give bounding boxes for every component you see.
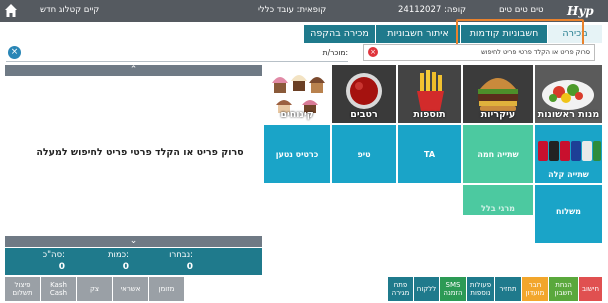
catalog-status: קיים קטלוג חדש — [40, 5, 100, 15]
item-label: TA — [423, 149, 436, 159]
item-label: מרגי בלל — [481, 204, 515, 213]
cashier-label: קופאית: עובד כללי — [258, 5, 327, 15]
item-ta[interactable]: TA — [398, 125, 461, 183]
category-mains[interactable]: עיקריות — [463, 65, 533, 123]
cart-empty-message: סרוק פריט או הקלד פרטי פריט לחיפוש למעלה — [36, 147, 244, 158]
seller-label: מוכר/ת: — [322, 48, 348, 57]
item-tip[interactable]: טיפ — [332, 125, 396, 183]
total-quantity: כמות: 0 — [107, 250, 129, 272]
chevron-down-icon: ⌄ — [129, 236, 138, 246]
category-label: מנות ראשונות — [537, 109, 600, 120]
refund-button[interactable]: תחזיר — [495, 277, 521, 301]
category-label: קינוחים — [280, 109, 314, 120]
close-icon[interactable]: × — [8, 46, 21, 59]
open-drawer-button[interactable]: פתח מגירה — [388, 277, 413, 301]
tab-highlight-frame — [456, 19, 584, 46]
scroll-down-button[interactable]: ⌄ — [5, 236, 262, 247]
calc-button[interactable]: חישוב — [579, 277, 602, 301]
chevron-up-icon: ⌃ — [129, 65, 138, 75]
total-selected: נבחרו: 0 — [169, 250, 193, 272]
cart-totals: סה"כ: 0 כמות: 0 נבחרו: 0 — [5, 248, 262, 275]
category-sauces[interactable]: רטבים — [332, 65, 396, 123]
club-member-button[interactable]: חבר מועדון — [522, 277, 548, 301]
item-label: שתייה חמה — [477, 149, 519, 159]
item-load-card[interactable]: כרטיס נטען — [264, 125, 330, 183]
item-label: כרטיס נטען — [275, 149, 319, 159]
credit-button[interactable]: אשראי — [113, 277, 148, 301]
item-delivery[interactable]: משלוח — [535, 185, 602, 243]
terminal-name: טים טים טים — [499, 5, 544, 15]
item-label: שתייה קלה — [548, 170, 589, 179]
kash-cash-button[interactable]: Kash Cash — [41, 277, 76, 301]
seller-field[interactable]: מוכר/ת: — [6, 45, 348, 62]
category-desserts[interactable]: קינוחים — [264, 65, 330, 123]
hyp-logo: Hyp — [567, 4, 594, 18]
tab-find-invoices[interactable]: איתור חשבוניות — [376, 25, 460, 43]
category-starters[interactable]: מנות ראשונות — [535, 65, 602, 123]
to-customer-button[interactable]: ללקוח — [414, 277, 439, 301]
total-sum: סה"כ: 0 — [42, 250, 65, 272]
search-input[interactable]: סרוק פריט או הקלד פרטי פריט לחיפוש — [363, 44, 595, 61]
split-payment-button[interactable]: פיצול תשלום — [5, 277, 40, 301]
category-label: תוספות — [413, 109, 446, 120]
cash-button[interactable]: מזומן — [149, 277, 184, 301]
item-label: טיפ — [357, 149, 371, 159]
error-icon: × — [368, 47, 378, 57]
scroll-up-button[interactable]: ⌃ — [5, 65, 262, 76]
category-sides[interactable]: תוספות — [398, 65, 461, 123]
item-more[interactable]: מרגי בלל — [463, 185, 533, 215]
sms-order-button[interactable]: SMS הזמנה — [440, 277, 466, 301]
tab-credit-sale[interactable]: מכירה בהקפה — [304, 25, 375, 43]
home-icon[interactable] — [4, 3, 18, 18]
drink-cans-icon — [535, 125, 602, 165]
category-label: עיקריות — [480, 109, 516, 120]
item-label: משלוח — [556, 207, 581, 216]
item-soft-drinks[interactable]: שתייה קלה — [535, 125, 602, 183]
account-discount-button[interactable]: הנחת חשבון — [549, 277, 578, 301]
more-actions-button[interactable]: פעולות נוספות — [467, 277, 494, 301]
category-label: רטבים — [350, 109, 378, 120]
item-hot-drinks[interactable]: שתייה חמה — [463, 125, 533, 183]
check-button[interactable]: צק — [77, 277, 112, 301]
register-label: קופה: 24112027 — [398, 5, 467, 15]
